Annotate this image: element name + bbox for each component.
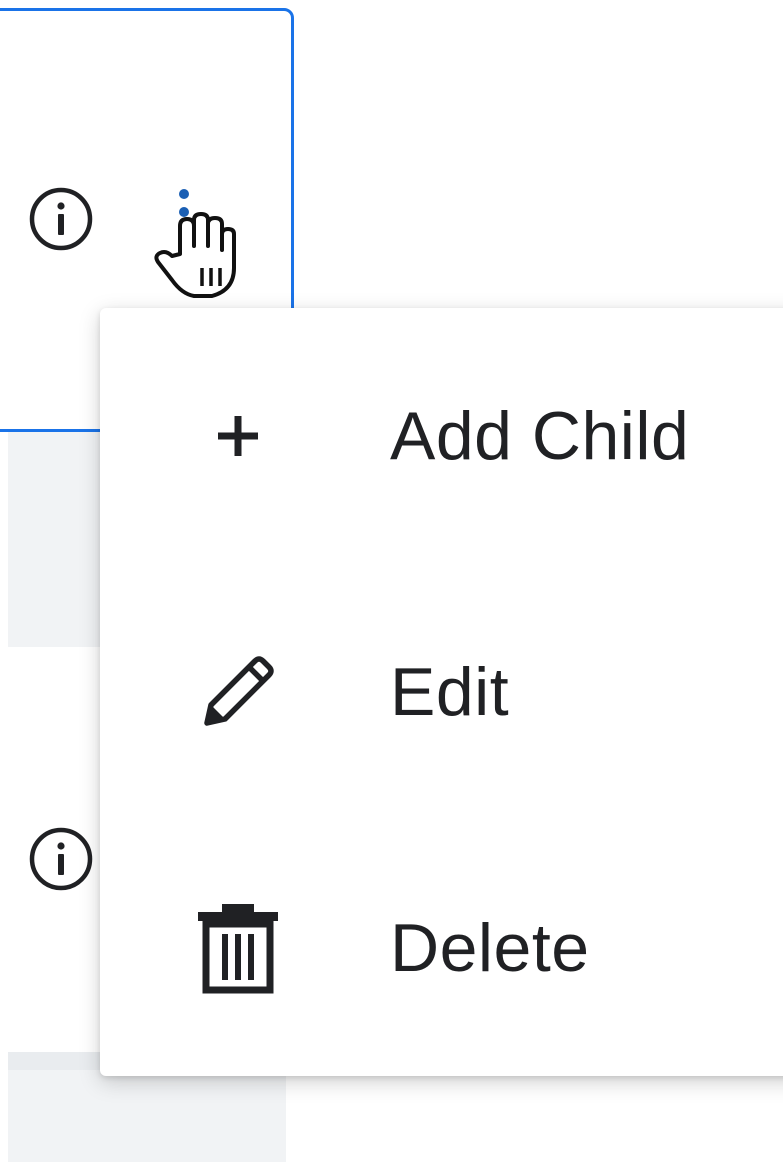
- info-icon[interactable]: [28, 826, 94, 892]
- info-icon[interactable]: [28, 186, 94, 252]
- context-menu: Add Child Edit Delete: [100, 308, 783, 1076]
- menu-item-delete[interactable]: Delete: [100, 820, 783, 1076]
- menu-item-label: Delete: [390, 910, 590, 986]
- menu-item-add-child[interactable]: Add Child: [100, 308, 783, 564]
- more-vertical-icon[interactable]: [170, 186, 198, 242]
- list-row[interactable]: [8, 1070, 286, 1162]
- menu-item-label: Edit: [390, 654, 510, 730]
- trash-icon: [188, 898, 288, 998]
- menu-item-edit[interactable]: Edit: [100, 564, 783, 820]
- pencil-icon: [188, 642, 288, 742]
- menu-item-label: Add Child: [390, 398, 690, 474]
- plus-icon: [188, 386, 288, 486]
- screen: Add Child Edit Delete: [0, 0, 783, 1162]
